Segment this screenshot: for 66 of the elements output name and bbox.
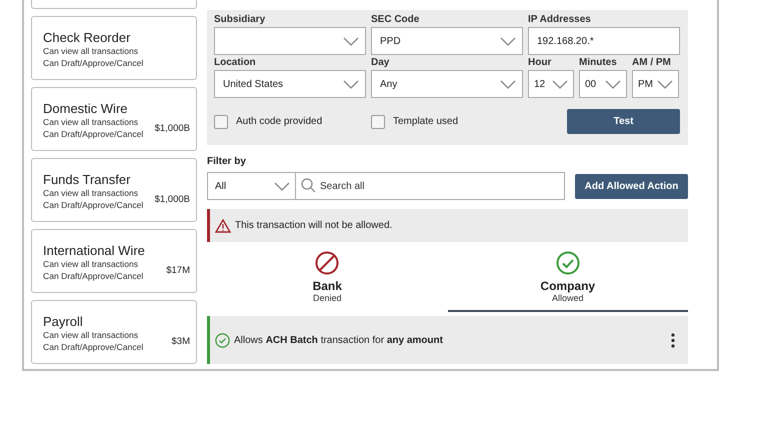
permission-card[interactable]: Check Reorder Can view all transactions Can Draft/Approve/Cancel (31, 16, 197, 80)
checkbox-label: Auth code provided (236, 116, 322, 127)
dropdown[interactable]: United States (214, 70, 366, 98)
permission-card[interactable]: Domestic Wire Can view all transactions Can Draft/Approve/Cancel $1,000B (31, 87, 197, 151)
limit-amount: $1,000B (154, 122, 190, 134)
dropdown[interactable]: PM (632, 70, 679, 98)
dropdown[interactable]: PPD (371, 27, 523, 55)
chevron-icon (605, 80, 621, 88)
test-button[interactable]: Test (567, 109, 680, 134)
permission-text: Can Draft/Approve/Cancel (43, 57, 144, 69)
more-options-icon[interactable] (671, 332, 675, 348)
card-title: Funds Transfer (43, 172, 132, 187)
chevron-icon (500, 80, 516, 88)
checkbox[interactable] (214, 114, 228, 128)
add-allowed-action-button[interactable]: Add Allowed Action (575, 174, 688, 198)
field-label: SEC Code (371, 14, 420, 26)
permission-text: Can Draft/Approve/Cancel (43, 128, 144, 140)
input-field[interactable]: 192.168.20.* (528, 27, 680, 55)
chevron-icon (657, 80, 673, 88)
field-label: Day (371, 57, 390, 69)
card-title: Domestic Wire (43, 101, 129, 116)
permission-text: Can view all transactions (43, 329, 140, 341)
tab[interactable]: Bank Denied (207, 246, 448, 312)
dropdown[interactable] (214, 27, 366, 55)
chevron-icon (274, 182, 290, 190)
permission-text: Can view all transactions (43, 258, 140, 270)
check-circle-icon (215, 332, 230, 348)
filter-label: Filter by (207, 156, 247, 168)
field-label: AM / PM (632, 57, 672, 69)
card-title: Payroll (43, 314, 84, 329)
checkbox[interactable] (371, 114, 385, 128)
field-label: Minutes (579, 57, 618, 69)
permission-text: Can view all transactions (43, 45, 140, 57)
filter-dropdown[interactable]: All (207, 172, 296, 200)
card-title: Check Reorder (43, 30, 132, 45)
field-label: Hour (528, 57, 552, 69)
permission-text: Can Draft/Approve/Cancel (43, 270, 144, 282)
permission-text: Can view all transactions (43, 187, 140, 199)
dropdown[interactable]: 12 (528, 70, 574, 98)
permission-card[interactable]: Funds Transfer Can view all transactions Can Draft/Approve/Cancel $1,000B (31, 158, 197, 222)
alert-text: This transaction will not be allowed. (235, 220, 392, 231)
prohibited-icon (315, 251, 340, 275)
dropdown[interactable]: 00 (579, 70, 627, 98)
chevron-icon (343, 80, 359, 88)
dropdown[interactable]: Any (371, 70, 523, 98)
chevron-icon (552, 80, 568, 88)
limit-amount: $1,000B (154, 194, 190, 204)
field-label: Location (214, 57, 257, 69)
warning-icon (215, 218, 231, 232)
checkbox-label: Template used (393, 116, 458, 127)
field-label: Subsidiary (214, 14, 266, 26)
tab[interactable]: Company Allowed (448, 246, 688, 312)
card-title: International Wire (43, 243, 146, 258)
search-field[interactable]: Search all (296, 172, 565, 200)
permission-card[interactable]: International Wire Can view all transactions Can Draft/Approve/Cancel $17M (31, 229, 197, 293)
permission-text: Can Draft/Approve/Cancel (43, 341, 144, 353)
check-circle-icon (556, 251, 580, 275)
chevron-icon (343, 36, 359, 46)
field-label: IP Addresses (528, 14, 592, 26)
permission-text: Can Draft/Approve/Cancel (43, 199, 144, 211)
limit-amount: $3M (172, 336, 190, 346)
chevron-icon (500, 36, 516, 46)
permission-card[interactable]: Payroll Can view all transactions Can Draft/Approve/Cancel $3M (31, 300, 197, 364)
rule-text: Allows ACH Batch transaction for any amount (234, 334, 443, 346)
limit-amount: $17M (166, 264, 190, 276)
permission-text: Can view all transactions (43, 116, 140, 128)
